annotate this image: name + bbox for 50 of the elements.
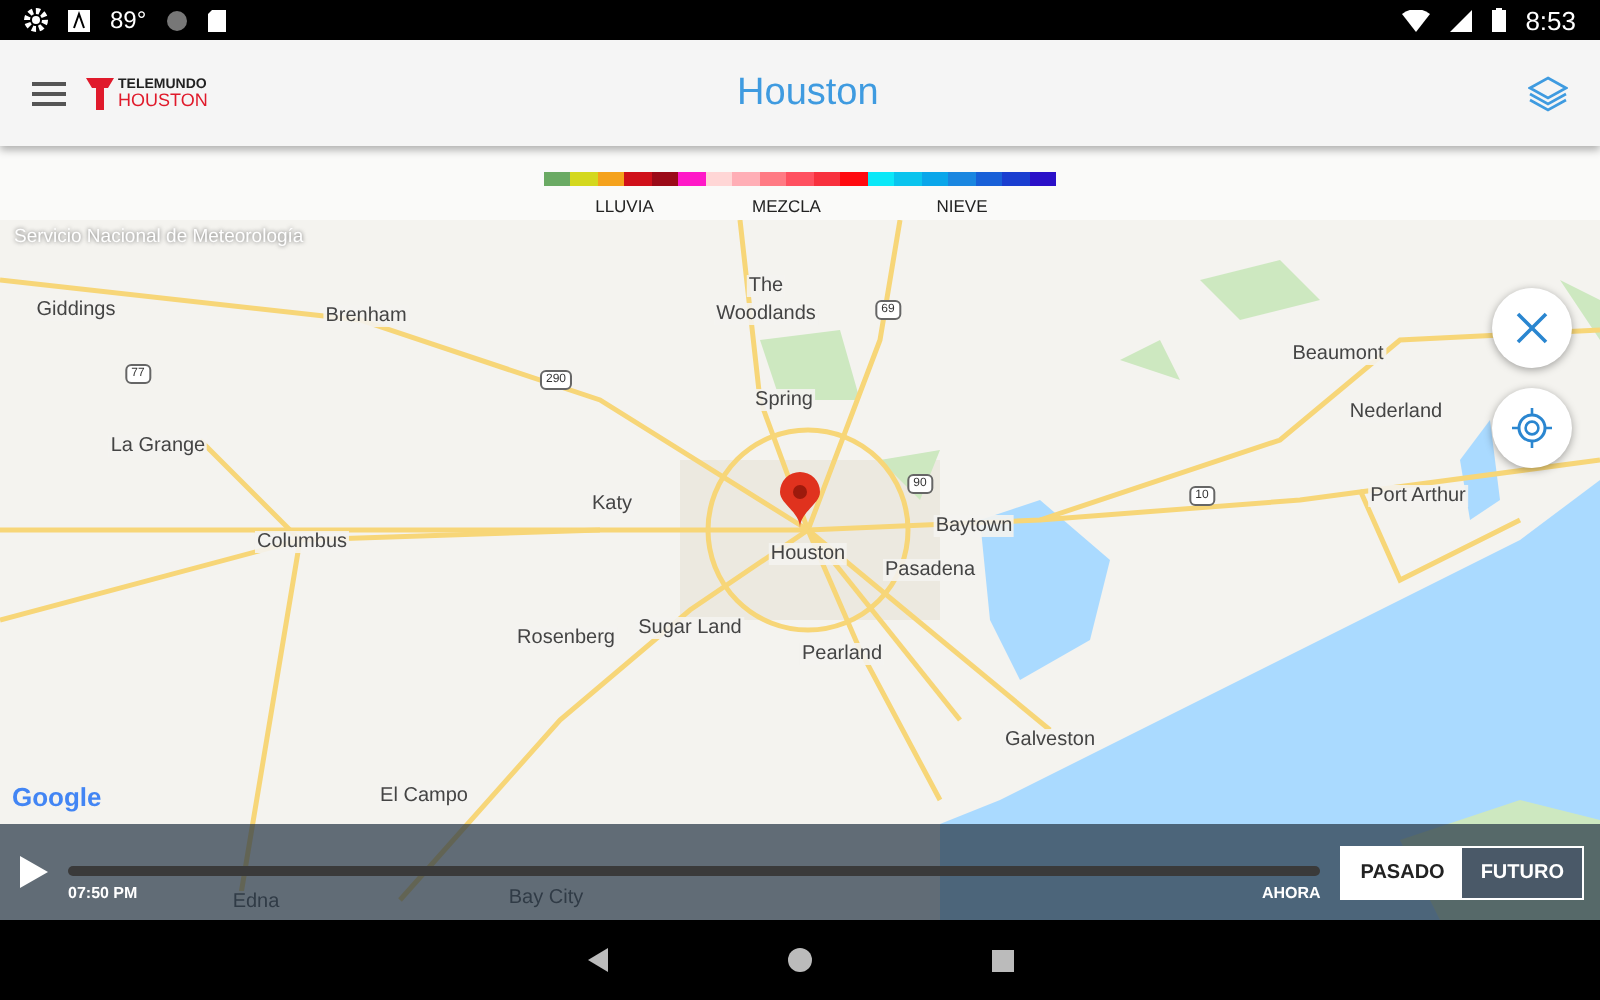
place-label: Woodlands <box>714 303 818 325</box>
play-icon[interactable] <box>20 856 48 888</box>
temperature: 89° <box>110 6 147 34</box>
settings-icon <box>24 8 48 32</box>
place-label: Houston <box>768 543 848 565</box>
place-label: Giddings <box>34 299 118 321</box>
place-label: Pasadena <box>882 559 978 581</box>
recents-icon[interactable] <box>991 949 1013 971</box>
clock: 8:53 <box>1525 5 1576 35</box>
place-label: Nederland <box>1347 401 1445 423</box>
font-icon <box>68 9 90 31</box>
place-label: La Grange <box>108 435 208 457</box>
place-label: Pearland <box>799 643 885 665</box>
place-label: The <box>746 275 786 297</box>
attribution-text: Servicio Nacional de Meteorología <box>14 226 304 248</box>
page-title: Houston <box>735 71 881 115</box>
place-label: Rosenberg <box>515 627 617 649</box>
sd-card-icon <box>208 9 227 31</box>
legend-label: LLUVIA <box>595 196 654 216</box>
back-icon[interactable] <box>587 948 607 972</box>
legend-label: NIEVE <box>936 196 988 216</box>
timeline-track[interactable] <box>68 866 1321 876</box>
map-pin-icon <box>780 472 820 528</box>
end-label: AHORA <box>1261 884 1321 902</box>
mode-tab[interactable]: PASADO <box>1342 847 1463 897</box>
place-label: Port Arthur <box>1368 485 1468 507</box>
t-logo-icon <box>86 77 114 109</box>
close-icon <box>1516 312 1548 344</box>
place-label: Columbus <box>254 531 350 553</box>
mode-tab[interactable]: FUTURO <box>1462 847 1582 897</box>
place-label: El Campo <box>378 785 470 807</box>
place-label: Brenham <box>323 305 409 327</box>
place-label: Katy <box>590 493 634 515</box>
circle-icon <box>166 9 189 31</box>
signal-icon <box>1449 9 1472 31</box>
menu-icon[interactable] <box>32 81 66 105</box>
home-icon[interactable] <box>787 948 811 972</box>
wifi-icon <box>1401 9 1430 31</box>
place-label: Galveston <box>1002 729 1098 751</box>
brand-city: HOUSTON <box>118 91 208 109</box>
legend-label: MEZCLA <box>752 196 821 216</box>
place-label: Beaumont <box>1290 343 1386 365</box>
place-label: Baytown <box>933 515 1015 537</box>
layers-icon[interactable] <box>1528 75 1568 111</box>
current-time: 07:50 PM <box>68 884 138 902</box>
place-label: Sugar Land <box>636 617 744 639</box>
map-logo: Google <box>12 782 102 812</box>
battery-icon <box>1491 8 1506 32</box>
crosshair-icon <box>1512 408 1552 448</box>
place-label: Spring <box>753 389 815 411</box>
